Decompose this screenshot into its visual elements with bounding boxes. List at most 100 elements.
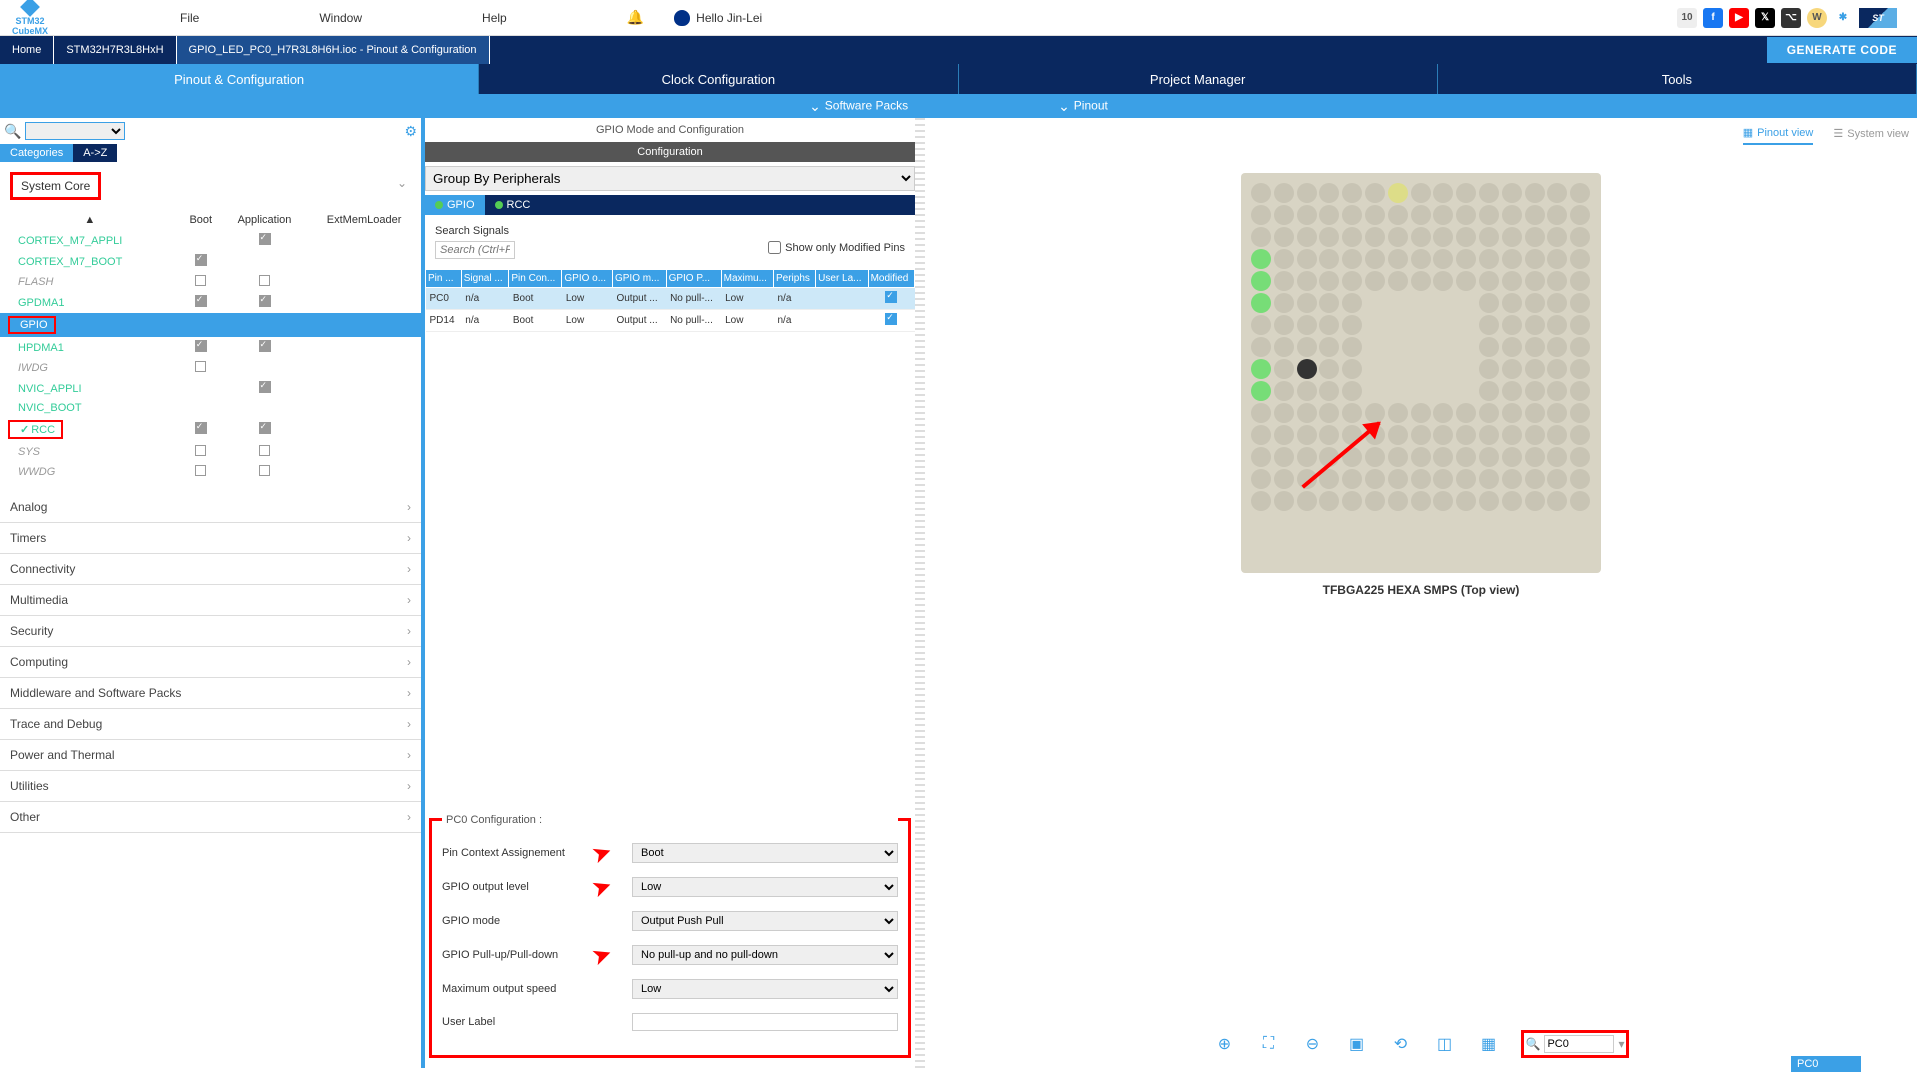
x-icon[interactable]: 𝕏 [1755, 8, 1775, 28]
tool-icon-3[interactable]: ▦ [1477, 1032, 1501, 1056]
pin-219[interactable] [1456, 491, 1476, 511]
pin-207[interactable] [1525, 469, 1545, 489]
pin-122[interactable] [1297, 359, 1317, 379]
periph-row-nvic_appli[interactable]: NVIC_APPLI [0, 378, 421, 399]
signal-col-1[interactable]: Signal ... [461, 270, 509, 288]
pin-218[interactable] [1433, 491, 1453, 511]
pin-216[interactable] [1388, 491, 1408, 511]
pin-116[interactable] [1502, 337, 1522, 357]
pin-146[interactable] [1502, 381, 1522, 401]
category-trace-and-debug[interactable]: Trace and Debug› [0, 709, 421, 740]
pin-38[interactable] [1433, 227, 1453, 247]
pin-104[interactable] [1570, 315, 1590, 335]
pin-79[interactable] [1342, 293, 1362, 313]
pin-13[interactable] [1547, 183, 1567, 203]
peripheral-search[interactable] [25, 122, 125, 140]
pin-22[interactable] [1411, 205, 1431, 225]
rotate-icon[interactable]: ⟲ [1389, 1032, 1413, 1056]
pin-2[interactable] [1297, 183, 1317, 203]
pin-58[interactable] [1547, 249, 1567, 269]
rcc-tab[interactable]: RCC [485, 195, 541, 215]
pin-36[interactable] [1388, 227, 1408, 247]
pin-17[interactable] [1297, 205, 1317, 225]
pin-210[interactable] [1251, 491, 1271, 511]
pin-65[interactable] [1365, 271, 1385, 291]
signal-row-PD14[interactable]: PD14n/aBootLowOutput ...No pull-...Lown/… [426, 310, 915, 332]
pin-59[interactable] [1570, 249, 1590, 269]
notification-icon[interactable]: 🔔 [627, 9, 644, 26]
col-application[interactable]: Application [222, 210, 307, 230]
pin-76[interactable] [1274, 293, 1294, 313]
tab-tools[interactable]: Tools [1438, 64, 1917, 94]
pin-154[interactable] [1342, 403, 1362, 423]
pin-160[interactable] [1479, 403, 1499, 423]
pin-94[interactable] [1342, 315, 1362, 335]
pin-178[interactable] [1547, 425, 1567, 445]
periph-row-rcc[interactable]: RCC [0, 417, 421, 442]
youtube-icon[interactable]: ▶ [1729, 8, 1749, 28]
periph-row-cortex_m7_appli[interactable]: CORTEX_M7_APPLI [0, 230, 421, 251]
pin-220[interactable] [1479, 491, 1499, 511]
periph-row-iwdg[interactable]: IWDG [0, 358, 421, 378]
pin-193[interactable] [1547, 447, 1567, 467]
pin-151[interactable] [1274, 403, 1294, 423]
pinout-view-button[interactable]: ▦Pinout view [1743, 126, 1814, 145]
pin-176[interactable] [1502, 425, 1522, 445]
periph-row-gpdma1[interactable]: GPDMA1 [0, 292, 421, 313]
pin-100[interactable] [1479, 315, 1499, 335]
pin-56[interactable] [1502, 249, 1522, 269]
pin-204[interactable] [1456, 469, 1476, 489]
pin-4[interactable] [1342, 183, 1362, 203]
signal-col-3[interactable]: GPIO o... [562, 270, 613, 288]
pin-212[interactable] [1297, 491, 1317, 511]
pin-136[interactable] [1274, 381, 1294, 401]
pin-93[interactable] [1319, 315, 1339, 335]
pin-131[interactable] [1502, 359, 1522, 379]
settings-icon[interactable]: ⚙ [404, 123, 417, 140]
pin-202[interactable] [1411, 469, 1431, 489]
view-az-tab[interactable]: A->Z [73, 144, 117, 162]
pin-61[interactable] [1274, 271, 1294, 291]
pin-188[interactable] [1433, 447, 1453, 467]
pin-152[interactable] [1297, 403, 1317, 423]
category-security[interactable]: Security› [0, 616, 421, 647]
menu-help[interactable]: Help [482, 11, 507, 25]
pin-161[interactable] [1502, 403, 1522, 423]
pin-44[interactable] [1570, 227, 1590, 247]
pin-166[interactable] [1274, 425, 1294, 445]
pin-89[interactable] [1570, 293, 1590, 313]
pin-67[interactable] [1411, 271, 1431, 291]
col-boot[interactable]: Boot [180, 210, 222, 230]
community-icon[interactable]: ✱ [1833, 8, 1853, 28]
pin-133[interactable] [1547, 359, 1567, 379]
pin-107[interactable] [1297, 337, 1317, 357]
pin-54[interactable] [1456, 249, 1476, 269]
signal-col-4[interactable]: GPIO m... [612, 270, 666, 288]
pin-101[interactable] [1502, 315, 1522, 335]
pin-92[interactable] [1297, 315, 1317, 335]
pin-31[interactable] [1274, 227, 1294, 247]
pin-149[interactable] [1570, 381, 1590, 401]
zoom-in-icon[interactable]: ⊕ [1213, 1032, 1237, 1056]
pin-222[interactable] [1525, 491, 1545, 511]
pin-73[interactable] [1547, 271, 1567, 291]
pin-118[interactable] [1547, 337, 1567, 357]
periph-row-nvic_boot[interactable]: NVIC_BOOT [0, 399, 421, 417]
pin-145[interactable] [1479, 381, 1499, 401]
pin-215[interactable] [1365, 491, 1385, 511]
pin-201[interactable] [1388, 469, 1408, 489]
pin-29[interactable] [1570, 205, 1590, 225]
pin-187[interactable] [1411, 447, 1431, 467]
pin-23[interactable] [1433, 205, 1453, 225]
config-select-pin_context[interactable]: Boot [632, 843, 898, 863]
pin-68[interactable] [1433, 271, 1453, 291]
pin-186[interactable] [1388, 447, 1408, 467]
pin-105[interactable] [1251, 337, 1271, 357]
periph-row-cortex_m7_boot[interactable]: CORTEX_M7_BOOT [0, 251, 421, 272]
periph-row-hpdma1[interactable]: HPDMA1 [0, 337, 421, 358]
pin-12[interactable] [1525, 183, 1545, 203]
pin-41[interactable] [1502, 227, 1522, 247]
pin-117[interactable] [1525, 337, 1545, 357]
pin-194[interactable] [1570, 447, 1590, 467]
pin-45[interactable] [1251, 249, 1271, 269]
